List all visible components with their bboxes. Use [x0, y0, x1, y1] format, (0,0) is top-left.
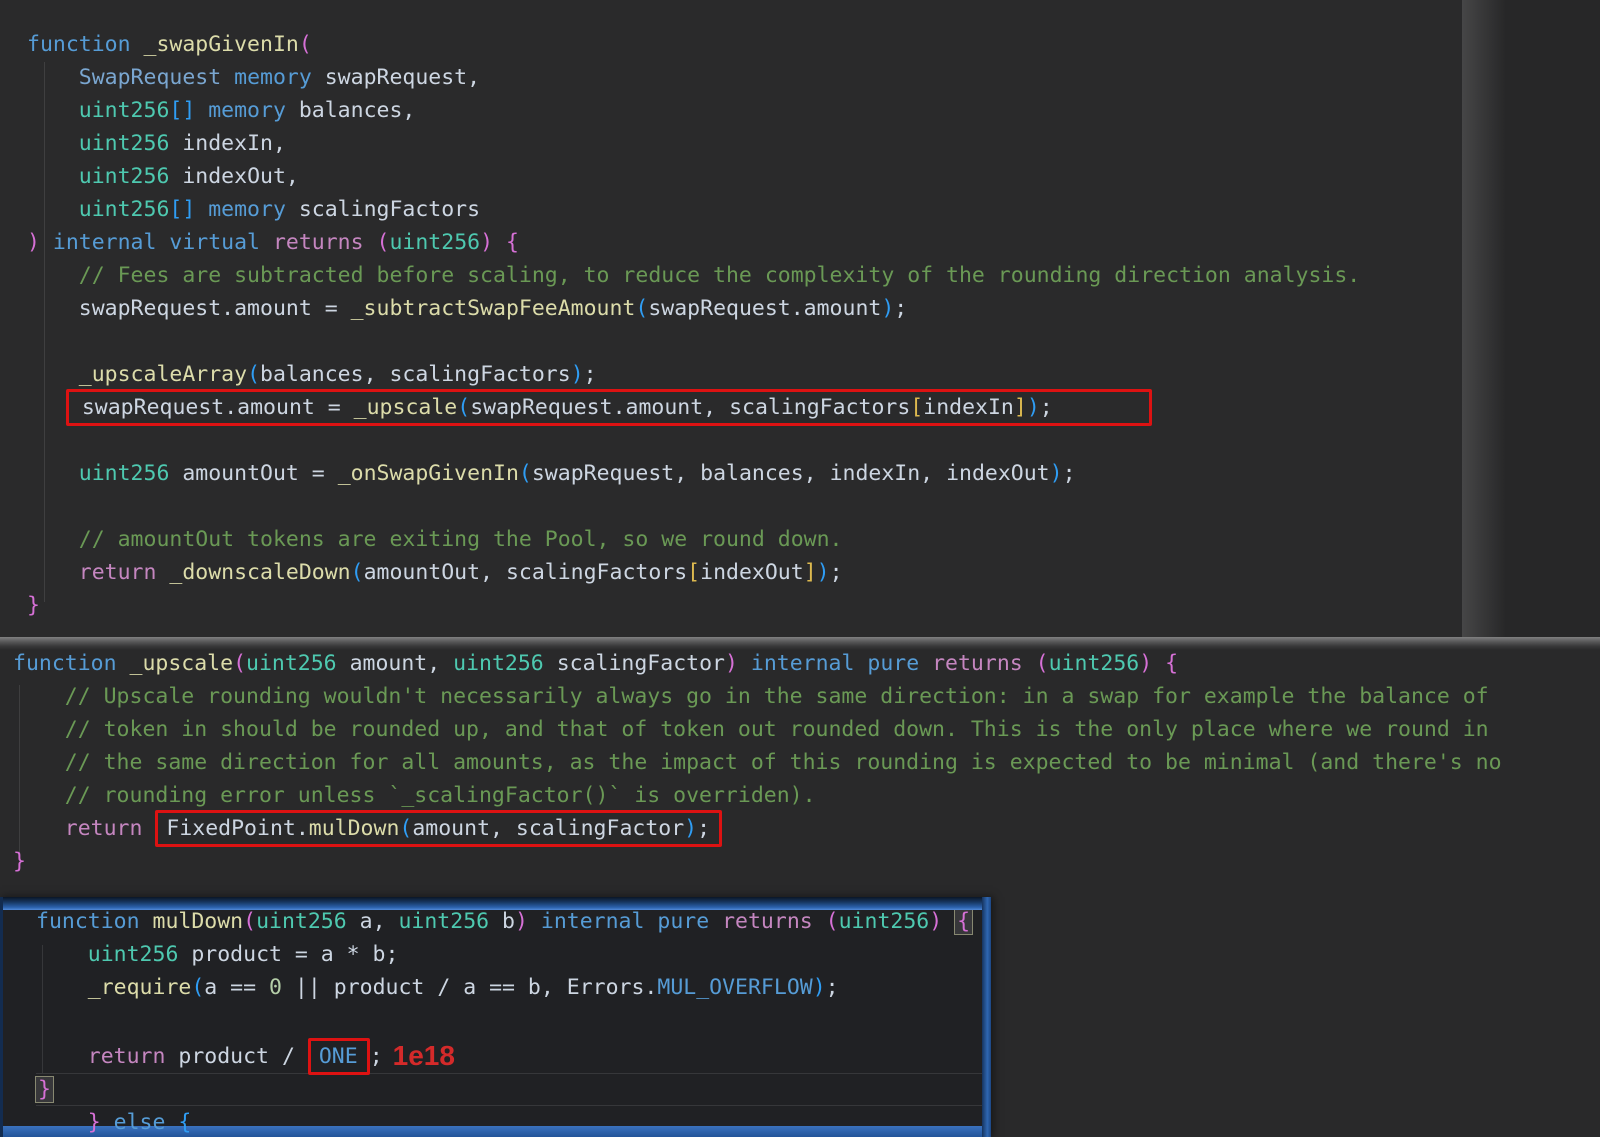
code-line: [27, 490, 1462, 523]
code-line: // rounding error unless `_scalingFactor…: [13, 779, 1600, 812]
code-line: [27, 424, 1462, 457]
code-line: uint256 indexOut,: [27, 160, 1462, 193]
code-line: _require(a == 0 || product / a == b, Err…: [36, 971, 991, 1004]
annotation-box: FixedPoint.mulDown(amount, scalingFactor…: [155, 810, 722, 847]
code-line: uint256 indexIn,: [27, 127, 1462, 160]
window-edge-glow: [1462, 0, 1506, 637]
code-line: }: [13, 845, 1600, 878]
focused-window-left-border: [0, 897, 3, 1137]
code-line: // Upscale rounding wouldn't necessarily…: [13, 680, 1600, 713]
code-line: function _upscale(uint256 amount, uint25…: [13, 647, 1600, 680]
code-line: // amountOut tokens are exiting the Pool…: [27, 523, 1462, 556]
focused-window-right-border: [982, 897, 991, 1137]
code-line: // the same direction for all amounts, a…: [13, 746, 1600, 779]
bracket-match-highlight: }: [36, 1077, 53, 1102]
annotation-box: swapRequest.amount = _upscale(swapReques…: [66, 389, 1152, 426]
code-line: [27, 325, 1462, 358]
code-line: // token in should be rounded up, and th…: [13, 713, 1600, 746]
code-line: uint256 amountOut = _onSwapGivenIn(swapR…: [27, 457, 1462, 490]
code-line: }: [27, 589, 1462, 622]
code-line: // Fees are subtracted before scaling, t…: [27, 259, 1462, 292]
focused-window-top-border: [0, 897, 991, 910]
code-area: function _swapGivenIn( SwapRequest memor…: [0, 0, 1462, 622]
code-line: swapRequest.amount = _upscale(swapReques…: [27, 391, 1462, 424]
code-line: ) internal virtual returns (uint256) {: [27, 226, 1462, 259]
code-line: uint256[] memory scalingFactors: [27, 193, 1462, 226]
code-line: SwapRequest memory swapRequest,: [27, 61, 1462, 94]
code-line: [36, 1004, 991, 1037]
code-line: } else {: [36, 1106, 991, 1137]
code-line: return _downscaleDown(amountOut, scaling…: [27, 556, 1462, 589]
code-line: return product / ONE;1e18: [36, 1037, 991, 1073]
code-line: function _swapGivenIn(: [27, 28, 1462, 61]
code-area: function mulDown(uint256 a, uint256 b) i…: [0, 897, 991, 1137]
annotation-box: ONE: [308, 1038, 370, 1075]
code-line: uint256[] memory balances,: [27, 94, 1462, 127]
code-line: }: [36, 1073, 991, 1106]
editor-window-muldown[interactable]: function mulDown(uint256 a, uint256 b) i…: [0, 897, 991, 1137]
code-line: swapRequest.amount = _subtractSwapFeeAmo…: [27, 292, 1462, 325]
code-line: uint256 product = a * b;: [36, 938, 991, 971]
annotation-text: 1e18: [393, 1040, 455, 1071]
code-line: return FixedPoint.mulDown(amount, scalin…: [13, 812, 1600, 845]
code-line: _upscaleArray(balances, scalingFactors);: [27, 358, 1462, 391]
bracket-match-highlight: {: [955, 909, 972, 934]
editor-window-swap-given-in[interactable]: function _swapGivenIn( SwapRequest memor…: [0, 0, 1462, 637]
code-area: function _upscale(uint256 amount, uint25…: [0, 637, 1600, 878]
